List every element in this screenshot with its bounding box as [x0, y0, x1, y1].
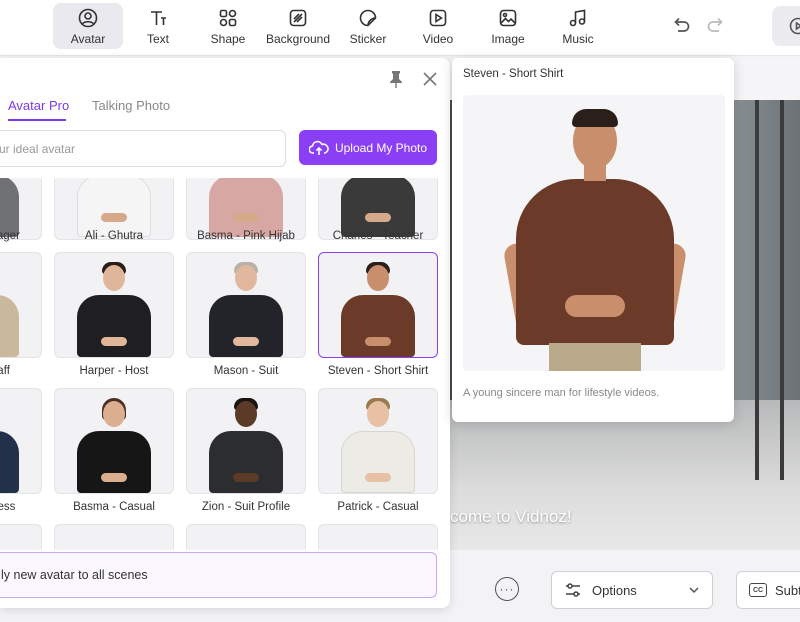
toolbar-sticker-label: Sticker	[349, 32, 387, 46]
tab-active-underline	[8, 119, 66, 121]
avatar-thumbnail	[55, 389, 173, 493]
canvas-caption-text[interactable]: come to Vidnoz!	[450, 507, 572, 527]
preview-description: A young sincere man for lifestyle videos…	[463, 387, 660, 399]
preview-button[interactable]	[772, 6, 800, 46]
avatar-card[interactable]	[54, 524, 174, 550]
top-toolbar: Avatar Text Shape Background Sticker Vid…	[0, 0, 800, 56]
cc-icon: CC	[749, 583, 767, 597]
avatar-card[interactable]	[318, 524, 438, 550]
more-icon: ···	[499, 582, 515, 596]
tab-avatar-pro[interactable]: Avatar Pro	[8, 98, 69, 113]
window-frame	[755, 100, 759, 480]
preview-pants	[549, 343, 641, 371]
redo-button[interactable]	[705, 14, 727, 41]
subtitle-label: Subt	[775, 582, 800, 598]
avatar-thumbnail	[187, 389, 305, 493]
background-icon	[289, 9, 307, 27]
apply-to-all-scenes-option[interactable]: ly new avatar to all scenes	[0, 552, 437, 598]
floor	[450, 400, 800, 550]
toolbar-text-label: Text	[146, 32, 169, 46]
music-icon	[569, 9, 586, 27]
avatar-thumbnail	[0, 389, 41, 493]
sliders-icon	[566, 583, 580, 597]
avatar-thumbnail	[187, 253, 305, 357]
tab-talking-photo[interactable]: Talking Photo	[92, 98, 170, 113]
close-icon[interactable]	[422, 71, 438, 87]
toolbar-avatar-label: Avatar	[70, 32, 106, 46]
preview-title: Steven - Short Shirt	[463, 68, 564, 80]
avatar-thumbnail	[319, 389, 437, 493]
chevron-down-icon	[689, 587, 699, 594]
avatar-icon	[78, 8, 98, 28]
avatar-card[interactable]	[186, 524, 306, 550]
sticker-icon	[359, 9, 377, 27]
text-icon	[151, 11, 166, 25]
avatar-panel: Avatar Pro Talking Photo Upload My Photo…	[0, 58, 450, 608]
avatar-name: Zion - Suit Profile	[201, 501, 291, 513]
toolbar-avatar-button[interactable]: Avatar	[53, 3, 123, 49]
options-label: Options	[592, 582, 637, 598]
avatar-name: Steven - Short Shirt	[327, 365, 429, 377]
preview-hands	[565, 295, 625, 317]
subtitle-button[interactable]: CC Subt	[736, 571, 800, 609]
toolbar-background-label: Background	[265, 32, 331, 46]
video-icon	[429, 9, 447, 27]
avatar-card[interactable]	[186, 252, 306, 358]
toolbar-video-button[interactable]: Video	[403, 3, 473, 49]
avatar-name: Ali - Ghutra	[84, 230, 144, 242]
avatar-card[interactable]	[0, 388, 42, 494]
cloud-upload-icon	[308, 140, 329, 155]
avatar-search-field[interactable]	[0, 130, 286, 167]
undo-button[interactable]	[670, 14, 692, 41]
upload-my-photo-button[interactable]: Upload My Photo	[299, 130, 437, 165]
pin-icon[interactable]	[388, 70, 404, 88]
avatar-name: Charles - Teacher	[332, 230, 424, 242]
undo-icon	[674, 17, 690, 32]
avatar-thumbnail	[319, 253, 437, 357]
toolbar-shape-button[interactable]: Shape	[193, 3, 263, 49]
toolbar-text-button[interactable]: Text	[123, 3, 193, 49]
avatar-name: Harper - Host	[79, 365, 149, 377]
options-dropdown[interactable]: Options	[551, 571, 713, 609]
avatar-card[interactable]	[54, 252, 174, 358]
avatar-card[interactable]	[0, 252, 42, 358]
avatar-card[interactable]	[0, 524, 42, 550]
avatar-name: Patrick - Casual	[337, 501, 419, 513]
avatar-card[interactable]	[186, 388, 306, 494]
avatar-thumbnail	[0, 253, 41, 357]
apply-to-all-label: ly new avatar to all scenes	[1, 568, 148, 582]
avatar-search-input[interactable]	[0, 141, 259, 156]
shape-icon	[219, 9, 237, 27]
toolbar-music-label: Music	[562, 32, 594, 46]
avatar-preview-image	[463, 95, 725, 371]
toolbar-background-button[interactable]: Background	[263, 3, 333, 49]
avatar-grid: anager Ali - Ghutra Basma - Pink Hijab C…	[0, 178, 450, 550]
preview-shirt	[516, 179, 674, 345]
redo-icon	[707, 17, 723, 32]
avatar-card[interactable]	[318, 388, 438, 494]
avatar-card[interactable]	[54, 388, 174, 494]
avatar-name: Mason - Suit	[213, 365, 279, 377]
toolbar-shape-label: Shape	[210, 32, 246, 46]
avatar-name: Basma - Pink Hijab	[197, 230, 295, 242]
toolbar-sticker-button[interactable]: Sticker	[333, 3, 403, 49]
toolbar-image-label: Image	[491, 32, 525, 46]
toolbar-image-button[interactable]: Image	[473, 3, 543, 49]
avatar-thumbnail	[55, 253, 173, 357]
preview-hair	[572, 109, 618, 127]
play-circle-icon	[789, 17, 800, 35]
toolbar-video-label: Video	[422, 32, 454, 46]
image-icon	[499, 9, 517, 27]
upload-label: Upload My Photo	[334, 140, 428, 155]
toolbar-music-button[interactable]: Music	[543, 3, 613, 49]
avatar-card-selected[interactable]	[318, 252, 438, 358]
more-options-button[interactable]: ···	[495, 577, 519, 601]
avatar-name: Basma - Casual	[73, 501, 155, 513]
avatar-preview-popover: Steven - Short Shirt A young sincere man…	[452, 58, 734, 422]
window-frame	[780, 100, 784, 480]
